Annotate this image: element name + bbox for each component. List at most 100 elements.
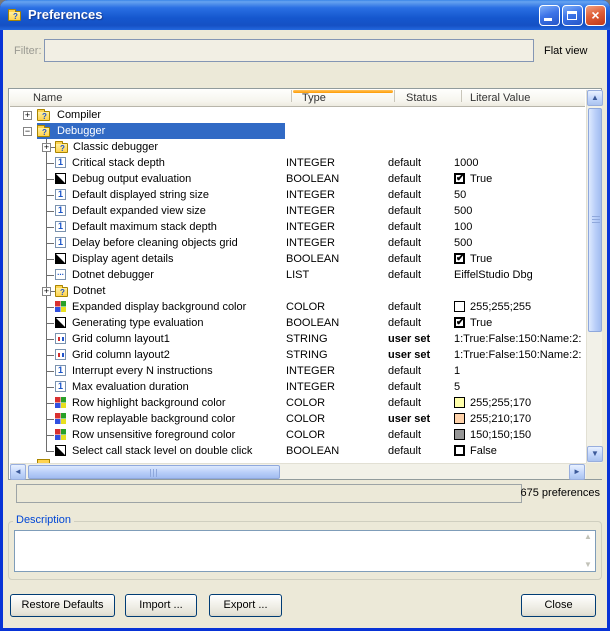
preference-value: 255;210;170	[470, 411, 531, 427]
column-header-status[interactable]: Status	[406, 90, 437, 106]
preference-status: user set	[388, 411, 430, 427]
preference-status: default	[388, 171, 421, 187]
table-row[interactable]: + Compiler	[10, 107, 585, 123]
table-row[interactable]: Expanded display background colorCOLORde…	[10, 299, 585, 315]
table-row[interactable]: + Dotnet	[10, 283, 585, 299]
vertical-scroll-thumb[interactable]	[588, 108, 602, 332]
table-row[interactable]: Select call stack level on double clickB…	[10, 443, 585, 459]
table-row[interactable]: 1Critical stack depthINTEGERdefault1000	[10, 155, 585, 171]
preference-status: default	[388, 363, 421, 379]
preference-type: INTEGER	[286, 219, 335, 235]
tree-line	[46, 259, 54, 260]
export-button[interactable]: Export ...	[209, 594, 282, 617]
vertical-scrollbar[interactable]: ▲ ▼	[586, 90, 602, 463]
preference-type: BOOLEAN	[286, 251, 339, 267]
column-header-name[interactable]: Name	[33, 90, 62, 106]
table-row[interactable]: ...Dotnet debuggerLISTdefaultEiffelStudi…	[10, 267, 585, 283]
preference-status: default	[388, 379, 421, 395]
preference-value: 500	[454, 235, 472, 251]
table-row[interactable]: Row highlight background colorCOLORdefau…	[10, 395, 585, 411]
value-color-swatch	[454, 397, 465, 408]
preference-value: 255;255;255	[470, 299, 531, 315]
tree-line	[46, 403, 54, 404]
preference-type: INTEGER	[286, 187, 335, 203]
table-row[interactable]: 1Max evaluation durationINTEGERdefault5	[10, 379, 585, 395]
table-row[interactable]: Grid column layout2STRINGuser set1:True:…	[10, 347, 585, 363]
table-row[interactable]: −Debugger	[10, 123, 585, 139]
table-row[interactable]: Row unsensitive foreground colorCOLORdef…	[10, 427, 585, 443]
filter-input[interactable]	[44, 39, 534, 62]
table-row[interactable]: 1Default maximum stack depthINTEGERdefau…	[10, 219, 585, 235]
color-type-icon	[55, 429, 66, 440]
preference-name: Max evaluation duration	[72, 379, 189, 395]
table-row[interactable]: Row replayable background colorCOLORuser…	[10, 411, 585, 427]
import-button[interactable]: Import ...	[125, 594, 197, 617]
preference-status: default	[388, 315, 421, 331]
restore-defaults-button[interactable]: Restore Defaults	[10, 594, 115, 617]
preference-type: INTEGER	[286, 155, 335, 171]
preference-name: Dotnet	[73, 283, 105, 299]
tree-line	[46, 443, 47, 451]
table-row[interactable]: 1Interrupt every N instructionsINTEGERde…	[10, 363, 585, 379]
minimize-button[interactable]	[539, 5, 560, 26]
tree-expander[interactable]: +	[42, 287, 51, 296]
table-row[interactable]: 1Delay before cleaning objects gridINTEG…	[10, 235, 585, 251]
table-row[interactable]: Debug output evaluationBOOLEANdefault✔Tr…	[10, 171, 585, 187]
preference-type: BOOLEAN	[286, 315, 339, 331]
preference-value: EiffelStudio Dbg	[454, 267, 533, 283]
tree-expander[interactable]: +	[42, 143, 51, 152]
preference-type: INTEGER	[286, 363, 335, 379]
status-message-box	[16, 484, 522, 503]
tree-expander[interactable]: −	[23, 127, 32, 136]
maximize-icon	[567, 11, 577, 20]
tree-line	[46, 275, 54, 276]
boolean-type-icon	[55, 445, 66, 456]
close-button[interactable]: Close	[521, 594, 596, 617]
value-checkbox[interactable]	[454, 445, 465, 456]
horizontal-scroll-thumb[interactable]	[28, 465, 280, 479]
value-checkbox[interactable]: ✔	[454, 253, 465, 264]
table-row[interactable]: Display agent detailsBOOLEANdefault✔True	[10, 251, 585, 267]
preference-value: True	[470, 251, 492, 267]
preference-name: Expanded display background color	[72, 299, 246, 315]
preference-name: Critical stack depth	[72, 155, 165, 171]
flat-view-toggle[interactable]: Flat view	[544, 45, 587, 57]
value-checkbox[interactable]: ✔	[454, 317, 465, 328]
description-label: Description	[13, 514, 74, 526]
scroll-down-button[interactable]: ▼	[587, 446, 603, 462]
table-row[interactable]: 1Default displayed string sizeINTEGERdef…	[10, 187, 585, 203]
preference-status: default	[388, 187, 421, 203]
grid-header[interactable]: Name Type Status Literal Value	[10, 90, 585, 107]
column-header-literal[interactable]: Literal Value	[470, 90, 530, 106]
preference-status: default	[388, 203, 421, 219]
titlebar[interactable]: Preferences ×	[0, 0, 610, 30]
table-row[interactable]: Grid column layout1STRINGuser set1:True:…	[10, 331, 585, 347]
window-title: Preferences	[28, 7, 102, 22]
preference-type: BOOLEAN	[286, 171, 339, 187]
preference-name: Row replayable background color	[72, 411, 235, 427]
scroll-left-button[interactable]: ◄	[10, 464, 26, 480]
table-row[interactable]: +Classic debugger	[10, 139, 585, 155]
scroll-up-button[interactable]: ▲	[587, 90, 603, 106]
table-row[interactable]: Generating type evaluationBOOLEANdefault…	[10, 315, 585, 331]
horizontal-scrollbar[interactable]: ◄ ►	[10, 463, 586, 479]
maximize-button[interactable]	[562, 5, 583, 26]
column-separator	[461, 90, 462, 102]
preference-status: default	[388, 219, 421, 235]
description-textarea[interactable]	[14, 530, 596, 572]
folder-icon	[55, 143, 68, 153]
preferences-folder-icon	[8, 8, 21, 21]
scroll-right-button[interactable]: ►	[569, 464, 585, 480]
preference-status: default	[388, 235, 421, 251]
tree-expander[interactable]: +	[23, 111, 32, 120]
table-row[interactable]: 1Default expanded view sizeINTEGERdefaul…	[10, 203, 585, 219]
integer-type-icon: 1	[55, 221, 66, 232]
value-checkbox[interactable]: ✔	[454, 173, 465, 184]
preference-status: user set	[388, 331, 430, 347]
preference-name: Debug output evaluation	[72, 171, 191, 187]
color-type-icon	[55, 413, 66, 424]
preference-name: Interrupt every N instructions	[72, 363, 213, 379]
color-type-icon	[55, 397, 66, 408]
preference-name: Compiler	[57, 107, 101, 123]
close-window-button[interactable]: ×	[585, 5, 606, 26]
